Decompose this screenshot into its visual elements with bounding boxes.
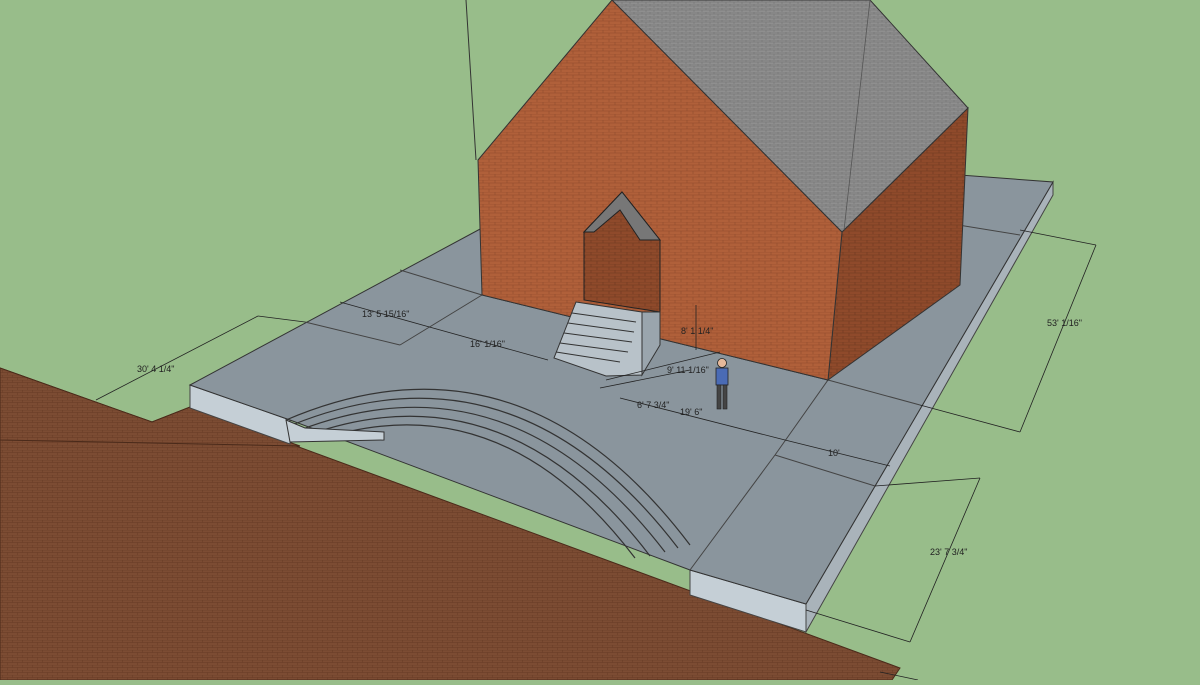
dim-label-10: 23' 7 3/4": [930, 547, 967, 557]
dim-label-2: 16' 1/16": [470, 339, 505, 349]
dim-label-9: 10': [828, 448, 840, 458]
dim-label-8: 53' 1/16": [1047, 318, 1082, 328]
dim-label-7: 19' 6": [680, 407, 702, 417]
dim-label-1: 13' 5 15/16": [362, 309, 409, 319]
dim-label-5: 9' 11 1/16": [667, 365, 709, 375]
dim-label-4: 8' 1 1/4": [681, 326, 713, 336]
scene-canvas[interactable]: 13' 5 15/16" 16' 1/16" 30' 4 1/4" 8' 1 1…: [0, 0, 1200, 681]
dim-label-6: 6' 7 3/4": [637, 400, 669, 410]
dim-label-3: 30' 4 1/4": [137, 364, 174, 374]
3d-model-viewport[interactable]: 13' 5 15/16" 16' 1/16" 30' 4 1/4" 8' 1 1…: [0, 0, 1200, 681]
